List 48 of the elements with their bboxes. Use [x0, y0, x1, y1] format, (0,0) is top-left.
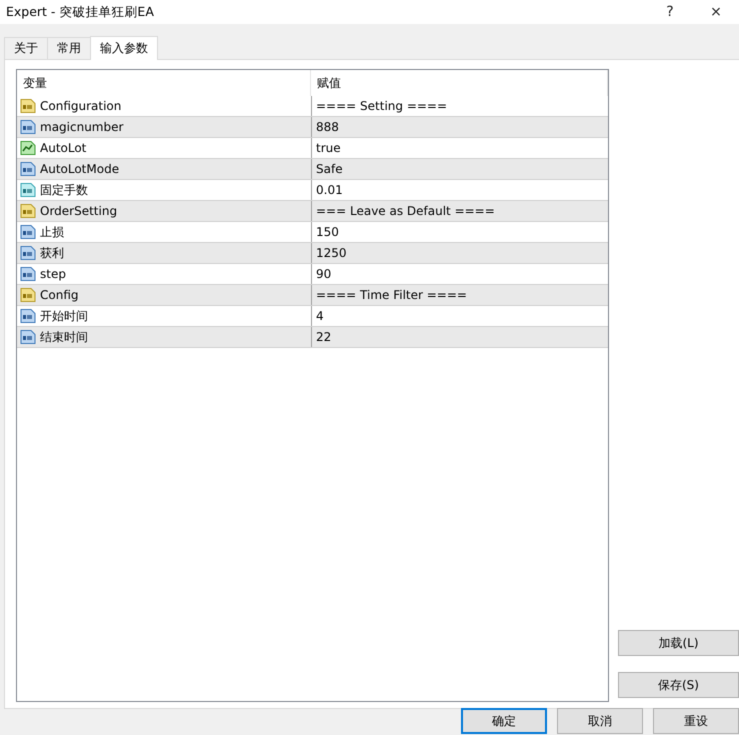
- parameter-value[interactable]: === Leave as Default ====: [311, 201, 608, 221]
- parameter-type-icon: [20, 287, 36, 303]
- window-title: Expert - 突破挂单狂刷EA: [6, 4, 155, 20]
- side-button[interactable]: 加载(L): [618, 630, 739, 656]
- parameter-type-icon: [20, 329, 36, 345]
- parameter-name: OrderSetting: [40, 204, 118, 218]
- parameter-type-icon: [20, 140, 36, 156]
- dialog-button[interactable]: 重设: [653, 708, 739, 734]
- parameter-name: 止损: [40, 224, 64, 240]
- parameter-name: AutoLotMode: [40, 162, 120, 176]
- parameter-type-icon: [20, 224, 36, 240]
- help-button[interactable]: ?: [647, 4, 693, 20]
- parameter-value[interactable]: Safe: [311, 159, 608, 179]
- parameter-type-icon: [20, 308, 36, 324]
- parameter-value[interactable]: 150: [311, 222, 608, 242]
- parameter-type-icon: [20, 182, 36, 198]
- close-button[interactable]: ×: [693, 4, 739, 20]
- tab[interactable]: 关于: [4, 37, 48, 59]
- parameter-value[interactable]: ==== Time Filter ====: [311, 285, 608, 305]
- tab[interactable]: 输入参数: [90, 36, 158, 60]
- parameter-value[interactable]: 888: [311, 117, 608, 137]
- parameter-value[interactable]: 90: [311, 264, 608, 284]
- parameter-value[interactable]: 22: [311, 327, 608, 347]
- parameter-name: 开始时间: [40, 308, 88, 324]
- column-header[interactable]: 变量: [17, 70, 311, 96]
- parameter-type-icon: [20, 266, 36, 282]
- parameter-name: step: [40, 267, 66, 281]
- parameter-value[interactable]: true: [311, 138, 608, 158]
- parameter-type-icon: [20, 98, 36, 114]
- parameter-type-icon: [20, 245, 36, 261]
- parameter-name: magicnumber: [40, 120, 124, 134]
- parameter-type-icon: [20, 203, 36, 219]
- parameter-name: Config: [40, 288, 79, 302]
- parameter-value[interactable]: ==== Setting ====: [311, 96, 608, 116]
- dialog-button[interactable]: 确定: [461, 708, 547, 734]
- dialog-button[interactable]: 取消: [557, 708, 643, 734]
- parameter-name: Configuration: [40, 99, 122, 113]
- parameter-name: 结束时间: [40, 328, 88, 346]
- parameter-name: AutoLot: [40, 141, 86, 155]
- parameter-name: 固定手数: [40, 182, 88, 198]
- parameter-value[interactable]: 1250: [311, 243, 608, 263]
- column-header[interactable]: 赋值: [311, 70, 608, 96]
- parameter-name: 获利: [40, 244, 64, 262]
- parameter-value[interactable]: 0.01: [311, 180, 608, 200]
- parameter-value[interactable]: 4: [311, 306, 608, 326]
- side-button[interactable]: 保存(S): [618, 672, 739, 698]
- parameter-type-icon: [20, 119, 36, 135]
- parameter-type-icon: [20, 161, 36, 177]
